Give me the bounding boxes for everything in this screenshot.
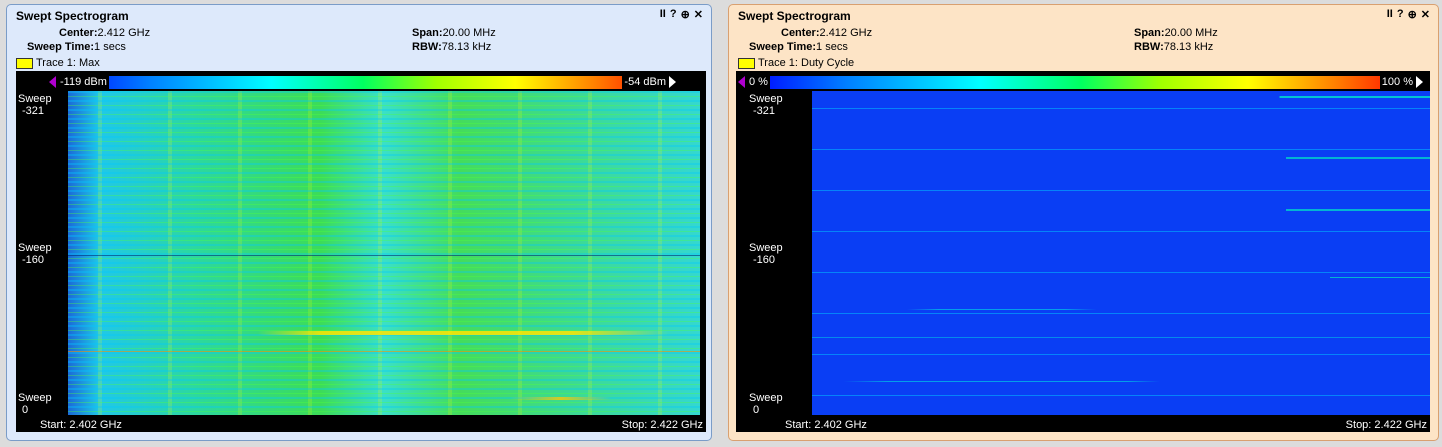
colorbar-max: 100 % [1379, 76, 1415, 89]
rbw-label: RBW: [1134, 41, 1164, 53]
colorbar-min-marker-icon[interactable] [49, 76, 56, 88]
sweep-label-bottom: Sweep 0 [18, 392, 52, 416]
x-axis-start: Start: 2.402 GHz [40, 419, 122, 431]
x-axis-stop: Stop: 2.422 GHz [621, 419, 703, 431]
sweep-label-mid: Sweep -160 [18, 242, 52, 266]
sweep-time-label: Sweep Time: [749, 41, 817, 53]
zoom-icon[interactable]: ⊕ [681, 8, 690, 21]
colorbar: 0 % 100 % [747, 76, 1415, 89]
spectrogram-panel-duty-cycle[interactable]: Swept Spectrogram II ? ⊕ ✕ Center:2.412 … [728, 4, 1439, 441]
panel-controls: II ? ⊕ ✕ [660, 8, 703, 21]
sweep-time-info: Sweep Time:1 secs [749, 41, 848, 53]
span-value: 20.00 MHz [442, 27, 496, 39]
colorbar: -119 dBm -54 dBm [58, 76, 668, 89]
spectrogram-plot[interactable]: 0 % 100 % Sweep -321 Sweep -160 Sweep 0 … [736, 71, 1430, 432]
colorbar-min-marker-icon[interactable] [738, 76, 745, 88]
signal-band [68, 255, 700, 256]
span-info: Span:20.00 MHz [1134, 27, 1218, 39]
rbw-info: RBW:78.13 kHz [1134, 41, 1213, 53]
center-label: Center: [781, 27, 820, 39]
x-axis-start: Start: 2.402 GHz [785, 419, 867, 431]
signal-band [68, 331, 700, 335]
sweep-label-bottom: Sweep 0 [749, 392, 783, 416]
help-icon[interactable]: ? [670, 8, 677, 21]
trace-swatch [16, 57, 33, 69]
sweep-label-mid: Sweep -160 [749, 242, 783, 266]
span-label: Span: [1134, 27, 1165, 39]
sweep-label-text: Sweep [18, 392, 52, 404]
signal-band [812, 309, 1430, 310]
colorbar-max-marker-icon[interactable] [1416, 76, 1423, 88]
center-label: Center: [59, 27, 98, 39]
sweep-label-text: Sweep [749, 93, 783, 105]
panel-controls: II ? ⊕ ✕ [1387, 8, 1430, 21]
signal-band [812, 96, 1430, 98]
sweep-label-number: 0 [22, 404, 29, 416]
spectrogram-plot[interactable]: -119 dBm -54 dBm Sweep -321 Sweep -160 S… [16, 71, 706, 432]
sweep-time-value: 1 secs [94, 41, 126, 53]
pause-icon[interactable]: II [660, 8, 666, 21]
panel-title: Swept Spectrogram [16, 9, 129, 23]
rbw-value: 78.13 kHz [441, 41, 492, 53]
rbw-label: RBW: [412, 41, 442, 53]
sweep-label-text: Sweep [749, 392, 783, 404]
signal-band [812, 209, 1430, 211]
signal-band [68, 351, 700, 352]
panel-title: Swept Spectrogram [738, 9, 851, 23]
sweep-time-value: 1 secs [816, 41, 848, 53]
signal-band [812, 157, 1430, 159]
signal-band [812, 337, 1430, 338]
sweep-label-text: Sweep [18, 93, 52, 105]
pause-icon[interactable]: II [1387, 8, 1393, 21]
sweep-label-text: Sweep [749, 242, 783, 254]
colorbar-min: 0 % [747, 76, 770, 89]
x-axis-stop: Stop: 2.422 GHz [1345, 419, 1427, 431]
trace-label: Trace 1: Max [36, 57, 100, 69]
sweep-time-label: Sweep Time: [27, 41, 95, 53]
rbw-info: RBW:78.13 kHz [412, 41, 491, 53]
trace-legend[interactable]: Trace 1: Duty Cycle [738, 57, 854, 69]
sweep-label-number: -321 [22, 105, 45, 117]
sweep-label-number: -321 [753, 105, 776, 117]
spectrogram-heatmap[interactable] [68, 91, 700, 415]
colorbar-max: -54 dBm [622, 76, 668, 89]
rbw-value: 78.13 kHz [1163, 41, 1214, 53]
zoom-icon[interactable]: ⊕ [1408, 8, 1417, 21]
center-value: 2.412 GHz [819, 27, 873, 39]
span-label: Span: [412, 27, 443, 39]
signal-band [68, 397, 700, 400]
colorbar-min: -119 dBm [58, 76, 109, 89]
spectrogram-panel-max[interactable]: Swept Spectrogram II ? ⊕ ✕ Center:2.412 … [6, 4, 712, 441]
span-value: 20.00 MHz [1164, 27, 1218, 39]
center-info: Center:2.412 GHz [781, 27, 872, 39]
sweep-time-info: Sweep Time:1 secs [27, 41, 126, 53]
sweep-label-text: Sweep [18, 242, 52, 254]
colorbar-max-marker-icon[interactable] [669, 76, 676, 88]
trace-legend[interactable]: Trace 1: Max [16, 57, 100, 69]
trace-label: Trace 1: Duty Cycle [758, 57, 855, 69]
trace-swatch [738, 57, 755, 69]
signal-band [812, 381, 1430, 382]
help-icon[interactable]: ? [1397, 8, 1404, 21]
center-info: Center:2.412 GHz [59, 27, 150, 39]
center-value: 2.412 GHz [97, 27, 151, 39]
sweep-label-top: Sweep -321 [18, 93, 52, 117]
sweep-label-number: -160 [22, 254, 45, 266]
sweep-label-top: Sweep -321 [749, 93, 783, 117]
span-info: Span:20.00 MHz [412, 27, 496, 39]
sweep-label-number: -160 [753, 254, 776, 266]
signal-band [812, 277, 1430, 278]
sweep-label-number: 0 [753, 404, 760, 416]
close-icon[interactable]: ✕ [694, 8, 703, 21]
duty-cycle-heatmap[interactable] [812, 91, 1430, 415]
close-icon[interactable]: ✕ [1421, 8, 1430, 21]
